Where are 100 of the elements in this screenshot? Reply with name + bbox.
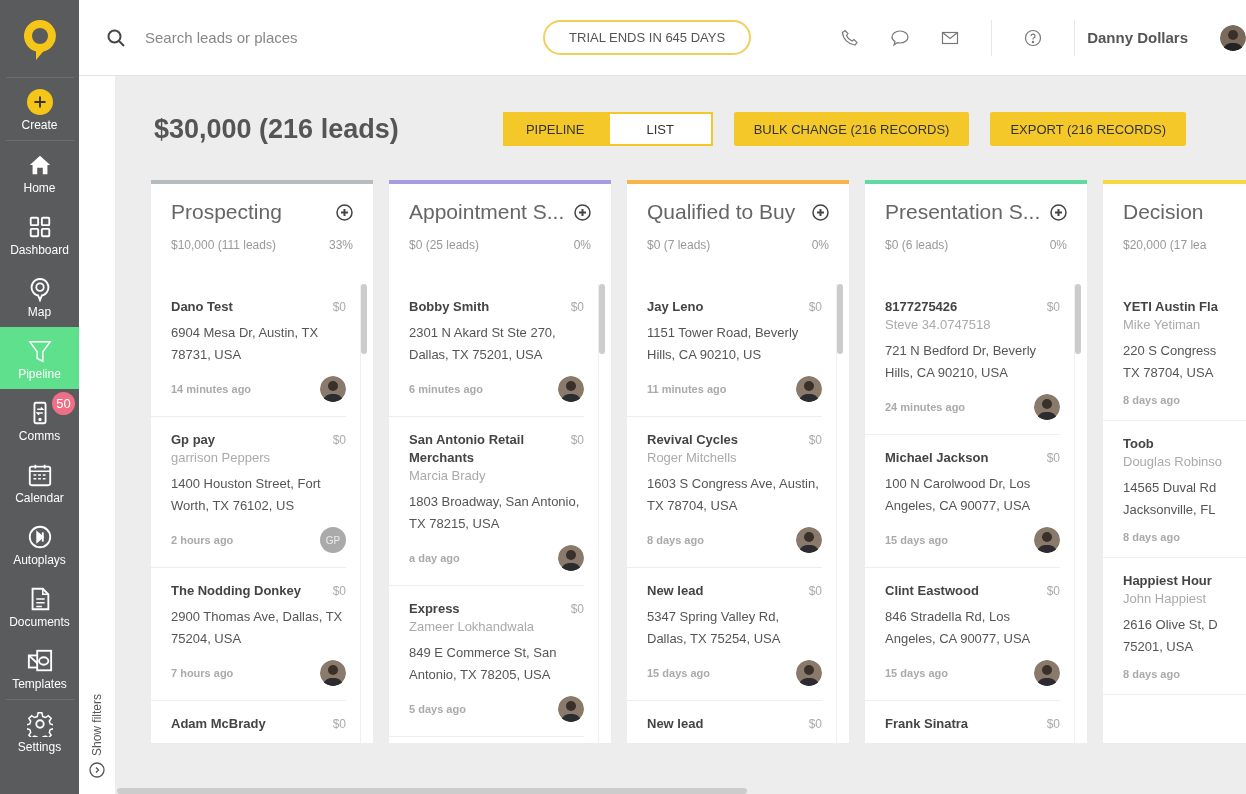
trial-banner[interactable]: TRIAL ENDS IN 645 DAYS (543, 20, 752, 55)
lead-address: 1603 S Congress Ave, Austin, TX 78704, USA (647, 475, 820, 515)
lead-amount: $0 (1046, 299, 1060, 316)
lead-time: 8 days ago (1123, 394, 1180, 406)
scrollbar[interactable] (599, 284, 605, 354)
nav-item[interactable]: Documents (0, 575, 79, 637)
column-total: $0 (7 leads) (647, 238, 711, 252)
contact-name: garrison Peppers (171, 449, 271, 467)
lead-time: 8 days ago (1123, 668, 1180, 680)
lead-name[interactable]: Revival Cycles (647, 431, 739, 449)
lead-name[interactable]: Adam McBrady (171, 715, 266, 733)
add-icon[interactable] (1050, 203, 1067, 221)
lead-amount: $0 (1046, 583, 1060, 600)
nav-item[interactable]: Dashboard (0, 203, 79, 265)
lead-name[interactable]: YETI Austin Fla (1123, 298, 1218, 316)
nav-item[interactable]: Autoplays (0, 513, 79, 575)
action-button[interactable]: EXPORT (216 RECORDS) (990, 112, 1186, 146)
lead-address: 6904 Mesa Dr, Austin, TX 78731, USA (171, 324, 320, 364)
lead-name[interactable]: Clint Eastwood (885, 582, 979, 600)
column-total: $20,000 (17 lea (1123, 238, 1207, 252)
lead-name[interactable]: Jay Leno (647, 298, 704, 316)
avatar[interactable] (1220, 24, 1246, 51)
nav-item[interactable]: Map (0, 265, 79, 327)
chevron-circle-icon[interactable] (89, 762, 105, 778)
lead-amount: $0 (1046, 716, 1060, 733)
play-circle-icon (26, 523, 53, 550)
nav-item[interactable]: Home (0, 141, 79, 203)
lead-time: 11 minutes ago (647, 383, 727, 395)
lead-name[interactable]: Bobby Smith (409, 298, 490, 316)
lead-amount: $0 (570, 299, 584, 316)
column-title: Decision (1123, 200, 1204, 224)
avatar (558, 696, 584, 722)
avatar (320, 376, 346, 402)
chat-icon[interactable] (891, 28, 910, 47)
view-tab[interactable]: PIPELINE (502, 112, 608, 146)
show-filters-link[interactable]: Show filters (90, 693, 104, 756)
lead-name[interactable]: Dano Test (171, 298, 233, 316)
lead-time: 8 days ago (647, 534, 704, 546)
contact-name: Douglas Robinso (1123, 453, 1223, 471)
lead-name[interactable]: 8177275426 (885, 298, 958, 316)
scrollbar[interactable] (1075, 284, 1081, 354)
notification-badge: 50 (52, 392, 75, 415)
lead-address: 1151 Tower Road, Beverly Hills, CA 90210, US (647, 324, 800, 364)
help-icon[interactable] (1024, 28, 1043, 47)
lead-address: 100 N Carolwood Dr, Los Angeles, CA 90077, USA (885, 475, 1032, 515)
lead-time: 7 hours ago (171, 667, 234, 679)
phone-icon[interactable] (841, 28, 860, 47)
lead-name[interactable]: Toob (1123, 435, 1154, 453)
lead-address: 849 E Commerce St, San Antonio, TX 78205, USA (409, 644, 558, 684)
user-name[interactable]: Danny Dollars (1087, 29, 1188, 46)
contact-name: Marcia Brady (409, 467, 487, 485)
nav-item[interactable]: Calendar (0, 451, 79, 513)
search-field[interactable]: Search leads or places (143, 28, 407, 47)
lead-amount: $0 (808, 432, 822, 449)
view-tab[interactable]: LIST (607, 112, 713, 146)
column-title: Presentation S... (885, 200, 1041, 224)
lead-amount: $0 (570, 601, 584, 618)
nav-item[interactable]: Settings (0, 700, 79, 762)
logo[interactable] (23, 20, 56, 60)
plus-icon (26, 88, 53, 115)
nav-item[interactable]: Templates (0, 637, 79, 699)
action-button[interactable]: BULK CHANGE (216 RECORDS) (733, 112, 970, 146)
avatar (1034, 527, 1060, 553)
scrollbar[interactable] (361, 284, 367, 354)
add-icon[interactable] (574, 203, 591, 221)
lead-address: 220 S Congress (1123, 342, 1218, 360)
lead-time: 5 days ago (409, 703, 466, 715)
column-percent: 0% (573, 238, 591, 252)
avatar (1034, 660, 1060, 686)
lead-amount: $0 (808, 299, 822, 316)
lead-name[interactable]: New lead (647, 715, 704, 733)
lead-name[interactable]: The Nodding Donkey (171, 582, 301, 600)
lead-address: 2301 N Akard St Ste 270, Dallas, TX 75201, USA (409, 324, 557, 364)
column-total: $0 (6 leads) (885, 238, 949, 252)
nav-item[interactable]: Create (0, 78, 79, 140)
lead-time: a day ago (409, 552, 460, 564)
lead-name[interactable]: Express (409, 600, 460, 618)
scrollbar[interactable] (837, 284, 843, 354)
column-title: Prospecting (171, 200, 282, 224)
lead-amount: $0 (808, 583, 822, 600)
add-icon[interactable] (812, 203, 829, 221)
column-total: $0 (25 leads) (409, 238, 480, 252)
lead-name[interactable]: San Antonio Retail Merchants (409, 431, 565, 467)
scrollbar[interactable] (117, 788, 747, 794)
lead-amount: $0 (808, 716, 822, 733)
lead-time: 8 days ago (1123, 531, 1180, 543)
lead-name[interactable]: Michael Jackson (885, 449, 989, 467)
lead-address: 846 Stradella Rd, Los Angeles, CA 90077, USA (885, 608, 1032, 648)
lead-name[interactable]: Gp pay (171, 431, 216, 449)
lead-amount: $0 (1046, 450, 1060, 467)
lead-name[interactable]: New lead (647, 582, 704, 600)
lead-name[interactable]: Frank Sinatra (885, 715, 969, 733)
lead-address: 14565 Duval Rd (1123, 479, 1218, 497)
nav-item[interactable]: Comms 50 (0, 389, 79, 451)
lead-address: 1803 Broadway, San Antonio, TX 78215, USA (409, 493, 581, 533)
avatar (796, 376, 822, 402)
lead-amount: $0 (332, 299, 346, 316)
search-icon[interactable] (107, 28, 125, 47)
add-icon[interactable] (336, 203, 353, 221)
lead-name[interactable]: Happiest Hour (1123, 572, 1212, 590)
